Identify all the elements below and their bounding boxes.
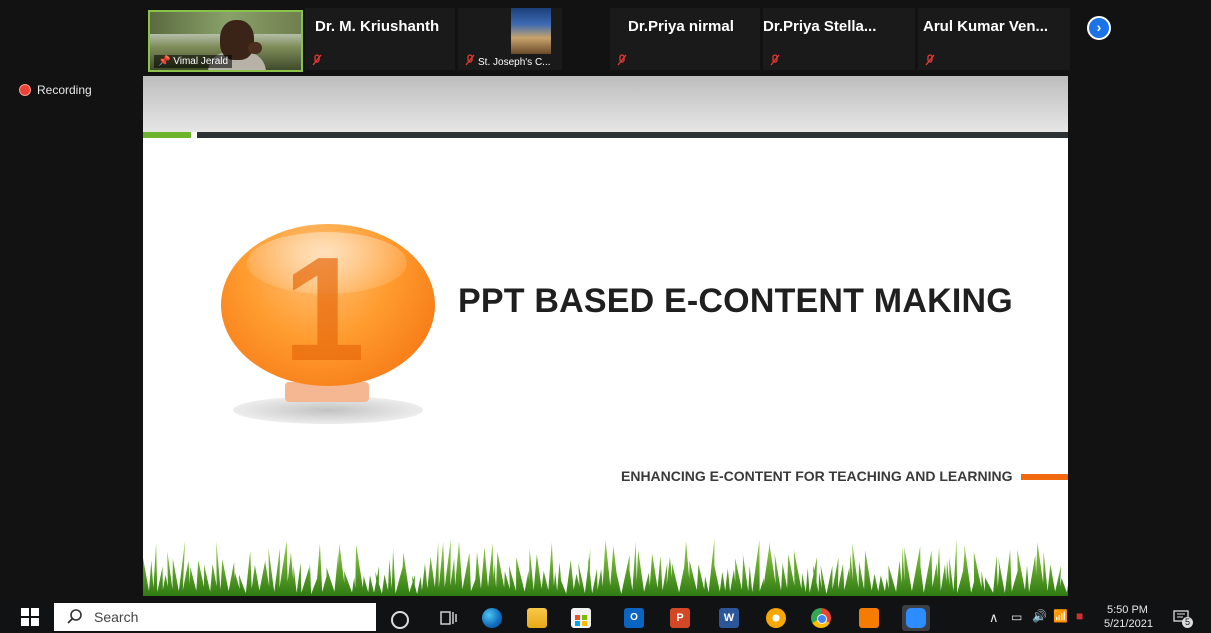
- muted-mic-icon: [617, 54, 627, 66]
- windows-start-icon[interactable]: [21, 608, 39, 626]
- next-participants-button[interactable]: ›: [1087, 16, 1111, 40]
- participant-hand: [248, 42, 262, 54]
- recording-label: Recording: [37, 83, 92, 97]
- cortana-icon[interactable]: [391, 611, 409, 629]
- slide-title: PPT BASED E-CONTENT MAKING: [458, 282, 1013, 320]
- muted-mic-icon: [770, 54, 780, 66]
- participant-tile-kriushanth[interactable]: Dr. M. Kriushanth: [305, 8, 455, 70]
- zoom-icon: [906, 608, 926, 628]
- participant-tile-priya-nirmal[interactable]: Dr.Priya nirmal: [610, 8, 760, 70]
- participant-face: [220, 20, 254, 60]
- store-icon[interactable]: [571, 608, 591, 628]
- muted-mic-icon: [465, 54, 475, 66]
- slide-dark-rule: [197, 132, 1068, 138]
- muted-mic-icon: [925, 54, 935, 66]
- slide-number: 1: [282, 227, 366, 392]
- task-view-icon[interactable]: [439, 608, 459, 628]
- recording-dot-icon: [19, 84, 31, 96]
- word-icon[interactable]: W: [719, 608, 739, 628]
- participant-name: Arul Kumar Ven...: [923, 18, 1049, 35]
- notification-center[interactable]: 5: [1172, 608, 1193, 628]
- muted-mic-icon: [312, 54, 322, 66]
- recording-indicator[interactable]: Recording: [19, 83, 92, 97]
- chevron-right-icon: ›: [1096, 19, 1102, 35]
- file-explorer-icon[interactable]: [527, 608, 547, 628]
- outlook-icon[interactable]: O: [624, 608, 644, 628]
- participant-tile-stjosephs[interactable]: St. Joseph's C...: [458, 8, 562, 70]
- participant-profile-photo: [511, 8, 551, 54]
- zoom-app-highlight[interactable]: [902, 605, 930, 631]
- app-orange-icon[interactable]: [859, 608, 879, 628]
- participant-name: Dr.Priya nirmal: [628, 18, 734, 35]
- pin-icon: 📌: [158, 56, 171, 67]
- clock-date[interactable]: 5/21/2021: [1104, 618, 1153, 630]
- grass-decoration: [143, 538, 1068, 596]
- participant-name: Dr. M. Kriushanth: [315, 18, 440, 35]
- participant-name: St. Joseph's C...: [478, 57, 551, 68]
- volume-icon[interactable]: 🔊: [1032, 609, 1047, 623]
- shared-screen-slide: 1 PPT BASED E-CONTENT MAKING ENHANCING E…: [143, 76, 1068, 596]
- notification-badge: 5: [1182, 617, 1193, 628]
- app-icon[interactable]: [766, 608, 786, 628]
- slide-green-accent: [143, 132, 191, 138]
- chrome-icon[interactable]: [811, 608, 831, 628]
- slide-subtitle: ENHANCING E-CONTENT FOR TEACHING AND LEA…: [621, 468, 1013, 484]
- search-placeholder: Search: [94, 609, 139, 625]
- battery-icon[interactable]: ▭: [1011, 610, 1022, 624]
- wifi-icon[interactable]: 📶: [1053, 609, 1068, 623]
- taskbar-search-box[interactable]: Search: [54, 603, 376, 631]
- participant-name: Vimal Jerald: [173, 56, 229, 67]
- edge-icon[interactable]: [482, 608, 502, 628]
- participant-tile-priya-stella[interactable]: Dr.Priya Stella...: [763, 8, 915, 70]
- clock-time[interactable]: 5:50 PM: [1107, 604, 1148, 616]
- powerpoint-icon[interactable]: P: [670, 608, 690, 628]
- tray-chevron-up-icon[interactable]: ∧: [989, 610, 999, 626]
- participant-name: Dr.Priya Stella...: [763, 18, 877, 35]
- participant-name-label: 📌 Vimal Jerald: [154, 55, 233, 68]
- tray-app-icon[interactable]: ■: [1076, 609, 1083, 623]
- search-icon: [67, 609, 82, 624]
- subtitle-accent-bar: [1021, 474, 1068, 480]
- participant-tile-arul-kumar[interactable]: Arul Kumar Ven...: [918, 8, 1070, 70]
- participant-video-vimal[interactable]: 📌 Vimal Jerald: [148, 10, 303, 72]
- slide-header-band: [143, 76, 1068, 132]
